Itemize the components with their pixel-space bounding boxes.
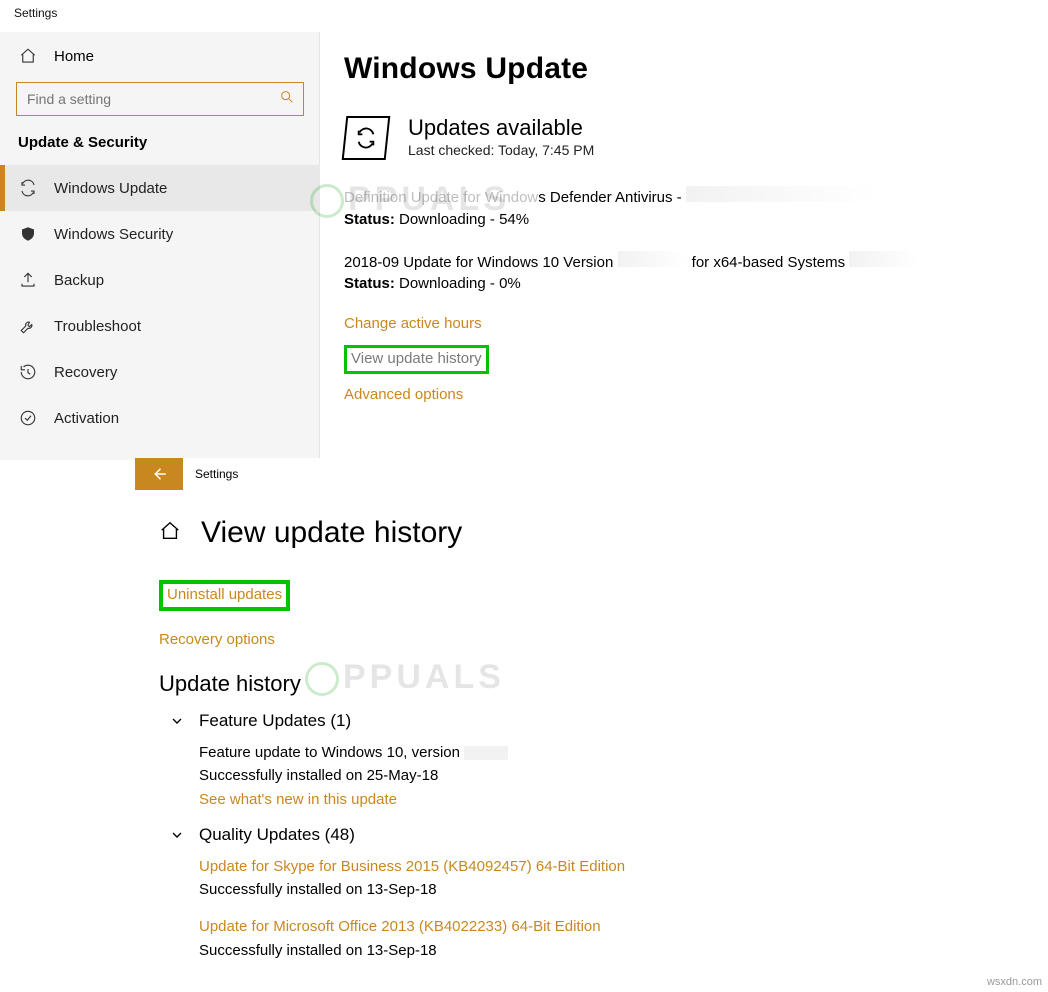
redacted-text [618, 251, 688, 267]
credit-text: wsxdn.com [987, 976, 1042, 988]
settings-sidebar: Home Update & Security Windows Update Wi… [0, 32, 320, 460]
update-status-row: Updates available Last checked: Today, 7… [344, 116, 1024, 160]
update-item-2: 2018-09 Update for Windows 10 Version fo… [344, 251, 1024, 296]
link-recovery-options[interactable]: Recovery options [159, 631, 275, 648]
window-title: Settings [14, 6, 57, 20]
update2-name-a: 2018-09 Update for Windows 10 Version [344, 254, 613, 271]
feature-updates-toggle[interactable]: Feature Updates (1) [169, 711, 1011, 731]
watermark: PPUALS [310, 180, 510, 219]
update-status-text: Updates available Last checked: Today, 7… [408, 116, 594, 158]
update-history-heading: Update history [159, 671, 1011, 697]
nav-activation[interactable]: Activation [0, 395, 320, 441]
home-icon [18, 46, 38, 66]
home-label: Home [54, 48, 94, 65]
last-checked-text: Last checked: Today, 7:45 PM [408, 142, 594, 158]
status-value: Downloading - 0% [395, 275, 521, 292]
shield-icon [18, 224, 38, 244]
link-view-update-history[interactable]: View update history [351, 350, 482, 367]
watermark: PPUALS [305, 658, 505, 697]
nav-recovery[interactable]: Recovery [0, 349, 320, 395]
quality-update-entry: Update for Skype for Business 2015 (KB40… [199, 855, 1011, 902]
home-nav[interactable]: Home [0, 32, 320, 76]
wrench-icon [18, 316, 38, 336]
settings-window-top: Settings Home Update & Security Windows … [0, 0, 1048, 460]
nav-backup[interactable]: Backup [0, 257, 320, 303]
nav-label: Activation [54, 410, 119, 427]
link-advanced-options[interactable]: Advanced options [344, 386, 463, 403]
quality-updates-toggle[interactable]: Quality Updates (48) [169, 825, 1011, 845]
sidebar-section-header: Update & Security [0, 134, 320, 165]
home-icon[interactable] [159, 520, 181, 547]
check-circle-icon [18, 408, 38, 428]
titlebar: Settings [0, 0, 1048, 32]
link-whats-new[interactable]: See what's new in this update [199, 791, 397, 808]
highlight-box: Uninstall updates [159, 580, 290, 611]
update-link[interactable]: Update for Microsoft Office 2013 (KB4022… [199, 918, 601, 935]
status-label: Status: [344, 275, 395, 292]
search-icon [279, 89, 295, 110]
nav-label: Recovery [54, 364, 117, 381]
nav-label: Backup [54, 272, 104, 289]
page-header-row: View update history [159, 516, 1011, 550]
link-uninstall-updates[interactable]: Uninstall updates [167, 586, 282, 603]
highlight-box: View update history [344, 345, 489, 374]
history-icon [18, 362, 38, 382]
feature-update-entry: Feature update to Windows 10, version Su… [199, 741, 1011, 811]
nav-label: Windows Update [54, 180, 167, 197]
redacted-text [686, 186, 876, 202]
search-input[interactable] [27, 91, 257, 107]
nav-label: Troubleshoot [54, 318, 141, 335]
settings-window-bottom: Settings View update history Uninstall u… [135, 458, 1035, 966]
search-box[interactable] [16, 82, 304, 116]
titlebar-bottom: Settings [135, 458, 1035, 490]
redacted-text [849, 251, 919, 267]
nav-troubleshoot[interactable]: Troubleshoot [0, 303, 320, 349]
window-title: Settings [195, 467, 238, 481]
view-history-body: View update history Uninstall updates Re… [135, 490, 1035, 962]
nav-label: Windows Security [54, 226, 173, 243]
main-content: Windows Update Updates available Last ch… [320, 32, 1048, 410]
nav-windows-security[interactable]: Windows Security [0, 211, 320, 257]
updates-available-title: Updates available [408, 116, 594, 140]
update-status-icon [342, 116, 391, 160]
nav-windows-update[interactable]: Windows Update [0, 165, 320, 211]
chevron-down-icon [169, 827, 185, 843]
update-link[interactable]: Update for Skype for Business 2015 (KB40… [199, 858, 625, 875]
link-change-active-hours[interactable]: Change active hours [344, 315, 482, 332]
update1-name-rest: s Defender Antivirus - [538, 189, 681, 206]
quality-update-entry: Update for Microsoft Office 2013 (KB4022… [199, 915, 1011, 962]
backup-icon [18, 270, 38, 290]
page-title: View update history [201, 516, 462, 550]
chevron-down-icon [169, 713, 185, 729]
back-button[interactable] [135, 458, 183, 490]
redacted-text [464, 746, 508, 760]
sync-icon [18, 178, 38, 198]
quality-updates-label: Quality Updates (48) [199, 825, 355, 845]
feature-updates-label: Feature Updates (1) [199, 711, 351, 731]
update2-name-b: for x64-based Systems [692, 254, 850, 271]
page-title: Windows Update [344, 52, 1024, 86]
